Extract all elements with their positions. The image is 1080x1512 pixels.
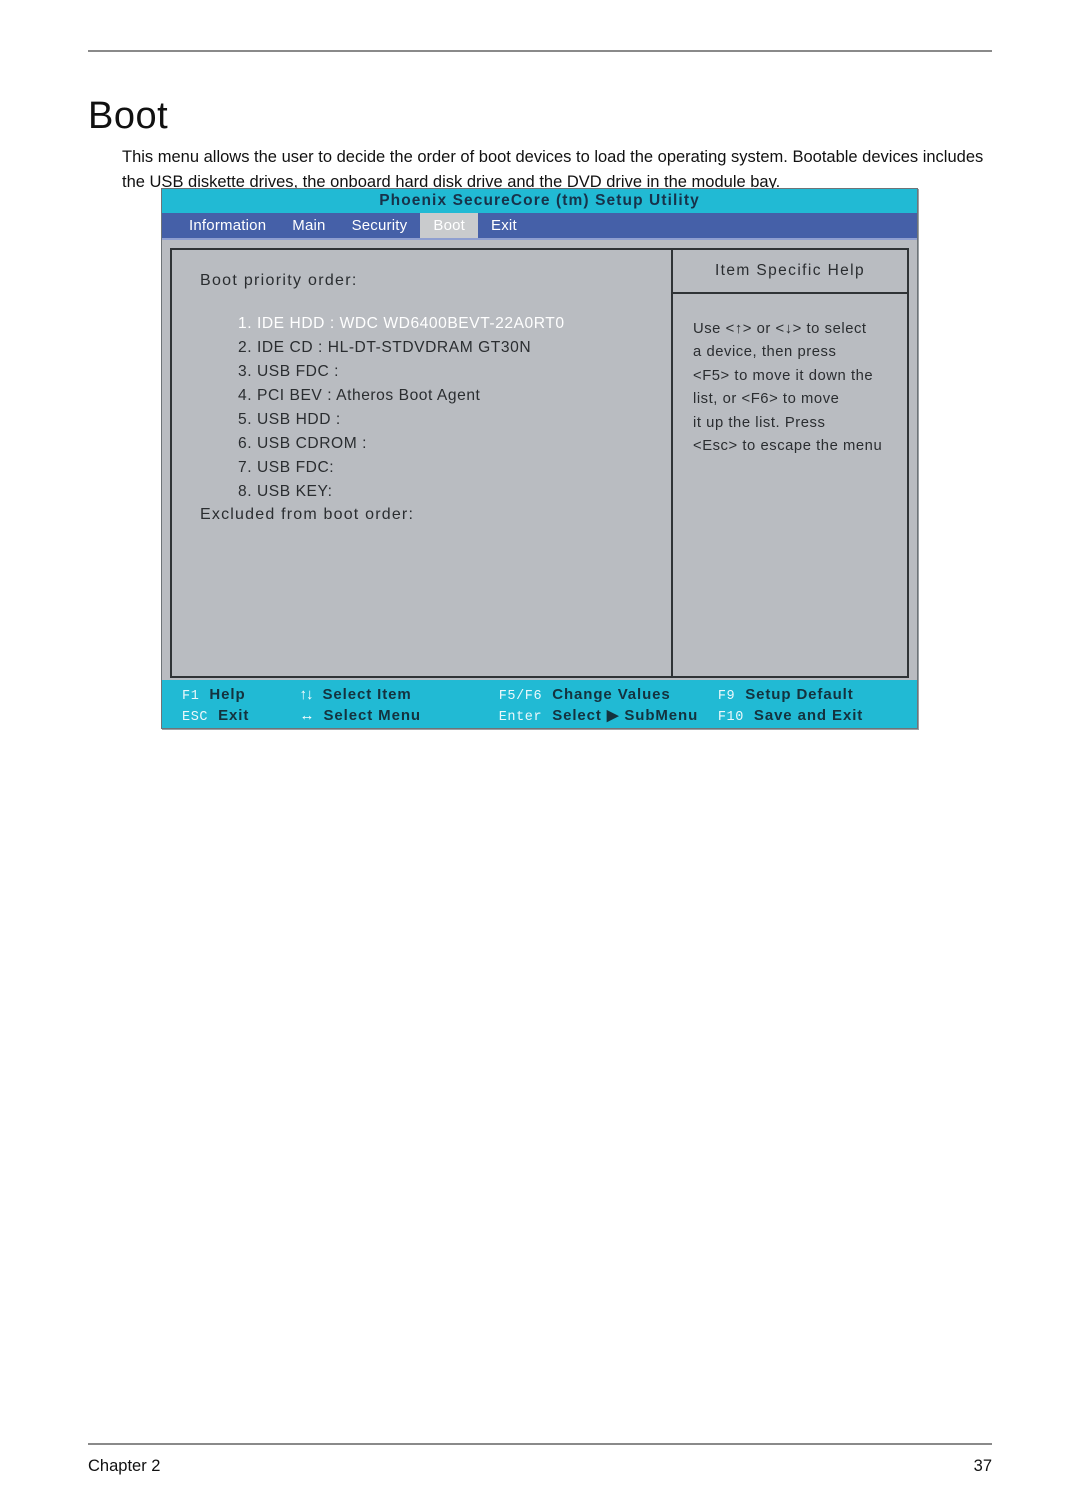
boot-list-item[interactable]: 8. USB KEY: bbox=[238, 480, 671, 504]
key-description: Help bbox=[209, 685, 246, 703]
boot-list-item[interactable]: 4. PCI BEV : Atheros Boot Agent bbox=[238, 384, 671, 408]
boot-list-item[interactable]: 2. IDE CD : HL-DT-STDVDRAM GT30N bbox=[238, 336, 671, 360]
left-right-arrow-icon: ↔ bbox=[299, 707, 315, 724]
key-name: F9 bbox=[717, 688, 736, 704]
key-name: Enter bbox=[498, 710, 543, 725]
help-line: a device, then press bbox=[693, 344, 837, 361]
key-f5f6-change-values[interactable]: F5/F6 Change Values bbox=[499, 686, 718, 704]
footer-page-number: 37 bbox=[973, 1457, 992, 1475]
boot-priority-label: Boot priority order: bbox=[200, 272, 358, 289]
key-updown-select-item[interactable]: ↑↓ Select Item bbox=[300, 686, 499, 703]
key-enter-select-submenu[interactable]: Enter Select ▶ SubMenu bbox=[499, 706, 718, 725]
bios-content-area: Boot priority order: 1. IDE HDD : WDC WD… bbox=[162, 240, 917, 678]
function-key-row-1: F1 Help ↑↓ Select Item F5/F6 Change Valu… bbox=[182, 684, 917, 705]
boot-list-item[interactable]: 6. USB CDROM : bbox=[238, 432, 671, 456]
tab-boot[interactable]: Boot bbox=[420, 213, 479, 238]
boot-list-item[interactable]: 3. USB FDC : bbox=[238, 360, 671, 384]
page-title: Boot bbox=[88, 95, 169, 138]
key-esc-exit[interactable]: ESC Exit bbox=[182, 707, 300, 725]
help-line: <F5> to move it down the bbox=[693, 367, 874, 384]
key-f9-setup-default[interactable]: F9 Setup Default bbox=[718, 686, 917, 704]
key-description: Select Item bbox=[322, 686, 412, 703]
boot-priority-list: 1. IDE HDD : WDC WD6400BEVT-22A0RT0 2. I… bbox=[238, 312, 671, 504]
boot-list-item[interactable]: 1. IDE HDD : WDC WD6400BEVT-22A0RT0 bbox=[238, 312, 671, 336]
key-description: Save and Exit bbox=[753, 706, 864, 724]
function-key-bar: F1 Help ↑↓ Select Item F5/F6 Change Valu… bbox=[162, 680, 917, 728]
key-description: Setup Default bbox=[745, 685, 854, 703]
key-name: ESC bbox=[182, 709, 209, 725]
bios-setup-screenshot: Phoenix SecureCore (tm) Setup Utility In… bbox=[161, 188, 918, 729]
key-description: Select ▶ SubMenu bbox=[552, 707, 699, 724]
key-f10-save-and-exit[interactable]: F10 Save and Exit bbox=[718, 707, 917, 725]
footer-rule bbox=[88, 1443, 992, 1445]
boot-list-item[interactable]: 7. USB FDC: bbox=[238, 456, 671, 480]
boot-order-panel: Boot priority order: 1. IDE HDD : WDC WD… bbox=[170, 248, 671, 678]
item-specific-help-panel: Item Specific Help Use <↑> or <↓> to sel… bbox=[671, 248, 909, 678]
key-name: F10 bbox=[717, 709, 744, 725]
tab-security[interactable]: Security bbox=[339, 213, 421, 238]
key-description: Change Values bbox=[552, 685, 671, 703]
function-key-row-2: ESC Exit ↔ Select Menu Enter Select ▶ Su… bbox=[182, 705, 917, 726]
key-name: F5/F6 bbox=[498, 688, 543, 704]
excluded-from-boot-order-label: Excluded from boot order: bbox=[200, 506, 415, 523]
bios-title-bar: Phoenix SecureCore (tm) Setup Utility bbox=[162, 189, 917, 213]
help-line: Use <↑> or <↓> to select bbox=[693, 321, 867, 337]
boot-list-item[interactable]: 5. USB HDD : bbox=[238, 408, 671, 432]
help-line: <Esc> to escape the menu bbox=[693, 437, 883, 454]
item-specific-help-title: Item Specific Help bbox=[673, 250, 907, 294]
up-down-arrow-icon: ↑↓ bbox=[299, 686, 314, 703]
bios-tab-bar: Information Main Security Boot Exit bbox=[162, 213, 917, 240]
tab-exit[interactable]: Exit bbox=[478, 213, 530, 238]
key-name: F1 bbox=[182, 688, 200, 704]
tab-main[interactable]: Main bbox=[279, 213, 338, 238]
header-rule bbox=[88, 50, 992, 52]
tab-information[interactable]: Information bbox=[176, 213, 279, 238]
key-f1-help[interactable]: F1 Help bbox=[182, 686, 300, 704]
help-line: list, or <F6> to move bbox=[693, 391, 840, 408]
item-specific-help-text: Use <↑> or <↓> to select a device, then … bbox=[673, 294, 907, 458]
key-description: Exit bbox=[218, 706, 250, 724]
key-description: Select Menu bbox=[323, 707, 421, 724]
key-leftright-select-menu[interactable]: ↔ Select Menu bbox=[300, 707, 499, 724]
help-line: it up the list. Press bbox=[693, 414, 826, 431]
